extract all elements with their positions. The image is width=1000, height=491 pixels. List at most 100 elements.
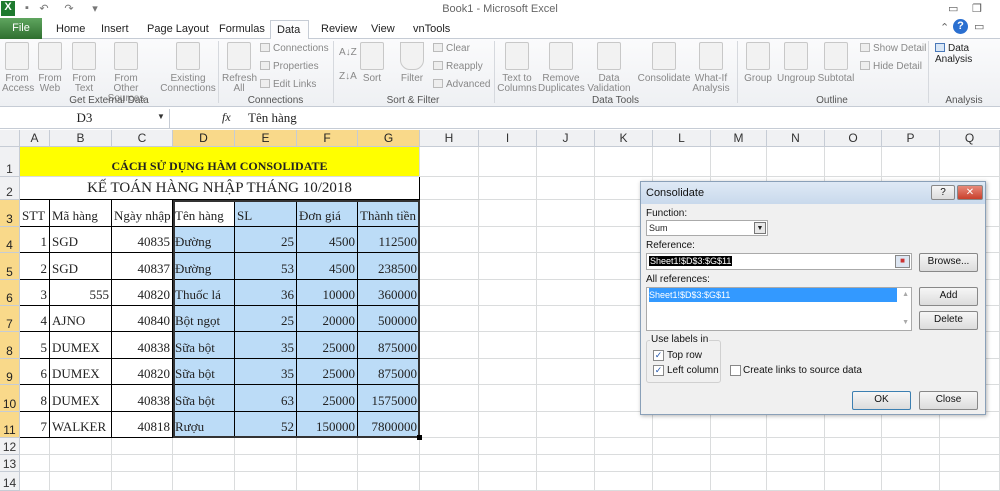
table-cell[interactable]: 1	[20, 227, 50, 253]
table-cell[interactable]: Đường	[173, 227, 235, 253]
header-cell[interactable]: SL	[235, 200, 297, 227]
cell[interactable]	[537, 200, 595, 227]
cell[interactable]	[940, 455, 1000, 472]
fill-handle[interactable]	[417, 435, 422, 440]
cell[interactable]	[767, 147, 825, 177]
table-cell[interactable]: 238500	[358, 253, 420, 280]
table-cell[interactable]: 40818	[112, 412, 173, 438]
cell[interactable]	[595, 455, 653, 472]
row-header[interactable]: 13	[0, 455, 20, 472]
close-dialog-button[interactable]: ✕	[957, 185, 983, 200]
cell[interactable]	[537, 253, 595, 280]
browse-button[interactable]: Browse...	[919, 253, 978, 272]
function-select[interactable]: Sum ▼	[646, 220, 768, 236]
delete-button[interactable]: Delete	[919, 311, 978, 330]
text-to-columns-button[interactable]: Text to Columns	[497, 42, 537, 94]
table-cell[interactable]: 40838	[112, 385, 173, 412]
sort-button[interactable]: Sort	[358, 42, 386, 84]
table-cell[interactable]: DUMEX	[50, 385, 112, 412]
cell[interactable]	[653, 412, 711, 438]
cell[interactable]	[537, 472, 595, 491]
collapse-dialog-icon[interactable]: ■	[895, 255, 910, 268]
row-header[interactable]: 7	[0, 306, 20, 332]
table-cell[interactable]: 3	[20, 280, 50, 306]
filter-button[interactable]: Filter	[398, 42, 426, 84]
cell[interactable]	[358, 472, 420, 491]
insert-function-icon[interactable]: fx	[222, 110, 231, 125]
cell[interactable]	[420, 280, 479, 306]
cell[interactable]	[420, 177, 479, 200]
cell[interactable]	[767, 412, 825, 438]
consolidate-button[interactable]: Consolidate	[637, 42, 691, 84]
column-header[interactable]: I	[479, 130, 537, 147]
table-cell[interactable]: 35	[235, 332, 297, 359]
cell[interactable]	[479, 280, 537, 306]
name-box[interactable]: D3	[0, 109, 170, 128]
table-cell[interactable]: 10000	[297, 280, 358, 306]
reapply-button[interactable]: Reapply	[433, 61, 483, 72]
cell[interactable]	[882, 472, 940, 491]
column-header[interactable]: P	[882, 130, 940, 147]
cell[interactable]	[537, 359, 595, 385]
cell[interactable]	[537, 306, 595, 332]
cell[interactable]	[595, 412, 653, 438]
cell[interactable]	[537, 147, 595, 177]
refresh-all-button[interactable]: Refresh All	[222, 42, 257, 94]
table-cell[interactable]: 40837	[112, 253, 173, 280]
tab-home[interactable]: Home	[50, 20, 91, 39]
cell[interactable]	[537, 412, 595, 438]
table-cell[interactable]: 40820	[112, 359, 173, 385]
tab-file[interactable]: File	[0, 18, 42, 39]
workbook-minimize-icon[interactable]: ▭	[974, 20, 984, 33]
cell[interactable]	[595, 147, 653, 177]
tab-insert[interactable]: Insert	[95, 20, 135, 39]
table-cell[interactable]: 150000	[297, 412, 358, 438]
cell[interactable]	[420, 253, 479, 280]
table-cell[interactable]: DUMEX	[50, 359, 112, 385]
cell[interactable]	[112, 472, 173, 491]
from-access-button[interactable]: From Access	[2, 42, 34, 94]
cell[interactable]	[420, 412, 479, 438]
header-cell[interactable]: Thành tiền	[358, 200, 420, 227]
table-cell[interactable]: 1575000	[358, 385, 420, 412]
cell[interactable]	[479, 253, 537, 280]
table-cell[interactable]: 40838	[112, 332, 173, 359]
from-text-button[interactable]: From Text	[70, 42, 98, 94]
table-cell[interactable]: 875000	[358, 332, 420, 359]
cell[interactable]	[825, 455, 882, 472]
cell[interactable]	[711, 147, 767, 177]
cell[interactable]	[173, 438, 235, 455]
cell[interactable]	[537, 332, 595, 359]
cell[interactable]	[420, 200, 479, 227]
row-header[interactable]: 2	[0, 177, 20, 200]
tab-review[interactable]: Review	[315, 20, 363, 39]
cell[interactable]	[479, 385, 537, 412]
scroll-down-icon[interactable]: ▼	[902, 316, 909, 330]
table-cell[interactable]: 40835	[112, 227, 173, 253]
cell[interactable]	[479, 412, 537, 438]
column-header[interactable]: G	[358, 130, 420, 147]
what-if-analysis-button[interactable]: What-If Analysis	[690, 42, 732, 94]
cell[interactable]	[825, 472, 882, 491]
cell[interactable]	[297, 438, 358, 455]
cell[interactable]	[50, 472, 112, 491]
cell[interactable]	[479, 227, 537, 253]
table-cell[interactable]: 53	[235, 253, 297, 280]
table-cell[interactable]: 4	[20, 306, 50, 332]
add-button[interactable]: Add	[919, 287, 978, 306]
table-cell[interactable]: Rượu	[173, 412, 235, 438]
cell[interactable]	[420, 438, 479, 455]
cell[interactable]	[420, 455, 479, 472]
header-cell[interactable]: Ngày nhập	[112, 200, 173, 227]
table-cell[interactable]: 40820	[112, 280, 173, 306]
cell[interactable]	[479, 455, 537, 472]
tab-data[interactable]: Data	[270, 20, 309, 41]
collapse-ribbon-icon[interactable]: ⌃	[940, 21, 949, 34]
table-cell[interactable]: Đường	[173, 253, 235, 280]
all-references-list[interactable]: Sheet1!$D$3:$G$11 ▲ ▼	[646, 287, 912, 331]
scroll-up-icon[interactable]: ▲	[902, 288, 909, 302]
reference-input[interactable]: Sheet1!$D$3:$G$11	[646, 253, 912, 270]
cell[interactable]	[479, 306, 537, 332]
chevron-down-icon[interactable]: ▼	[754, 222, 766, 234]
table-cell[interactable]: 40840	[112, 306, 173, 332]
